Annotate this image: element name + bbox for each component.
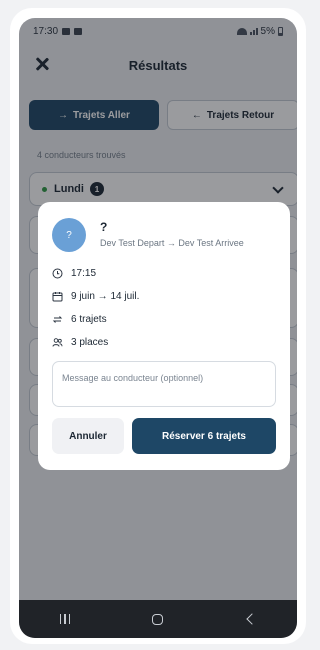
clock-icon: [52, 268, 63, 279]
message-input[interactable]: Message au conducteur (optionnel): [52, 361, 276, 407]
repeat-icon: [52, 314, 63, 325]
system-nav-bar: [19, 600, 297, 638]
time-value: 17:15: [71, 267, 97, 279]
route-text: Dev Test Depart → Dev Test Arrivee: [100, 238, 244, 248]
people-icon: [52, 337, 63, 348]
dates-value: 9 juin → 14 juil.: [71, 290, 140, 302]
device-frame: 17:30 5% Résultats → Trajets Aller ← Tra…: [10, 8, 306, 644]
info-row-seats: 3 places: [52, 334, 108, 350]
info-row-time: 17:15: [52, 265, 96, 281]
book-trips-button[interactable]: Réserver 6 trajets: [132, 418, 276, 454]
back-icon[interactable]: [246, 613, 258, 625]
driver-name: ?: [100, 220, 108, 234]
driver-avatar: ?: [52, 218, 86, 252]
seats-value: 3 places: [71, 336, 109, 348]
calendar-icon: [52, 291, 63, 302]
info-row-dates: 9 juin → 14 juil.: [52, 288, 139, 304]
home-icon[interactable]: [151, 613, 163, 625]
cancel-button[interactable]: Annuler: [52, 418, 124, 454]
trips-value: 6 trajets: [71, 313, 107, 325]
booking-dialog: ? ? Dev Test Depart → Dev Test Arrivee 1…: [38, 202, 290, 470]
phone-screen: 17:30 5% Résultats → Trajets Aller ← Tra…: [19, 18, 297, 638]
info-row-trips: 6 trajets: [52, 311, 107, 327]
recent-apps-icon[interactable]: [59, 614, 71, 624]
